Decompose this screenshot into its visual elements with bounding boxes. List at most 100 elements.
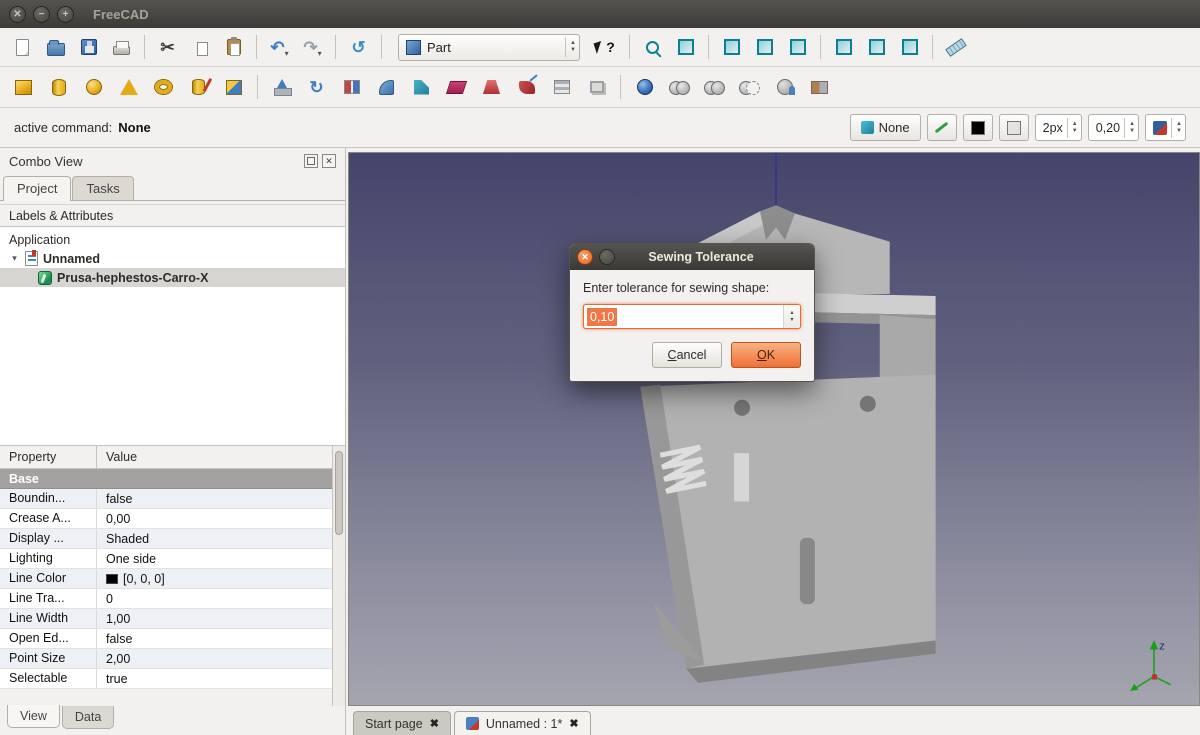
dialog-close-button[interactable]: ✕ [577,249,593,265]
property-column-header[interactable]: Property [0,446,97,468]
part-shape-builder-button[interactable] [218,72,249,102]
part-union-button[interactable] [664,72,695,102]
dropdown-arrow-icon[interactable]: ▾ [318,49,322,62]
dialog-minimize-button[interactable] [599,249,615,265]
text-size-spin[interactable]: 0,20 ▲▼ [1088,114,1139,141]
panel-close-icon[interactable]: ✕ [322,154,336,168]
ok-button[interactable]: OK [731,342,801,368]
property-row[interactable]: Open Ed...false [0,629,332,649]
part-cone-button[interactable] [113,72,144,102]
dropdown-arrow-icon[interactable]: ▾ [285,49,289,62]
axonometric-view-button[interactable] [670,32,701,62]
property-row[interactable]: Display ...Shaded [0,529,332,549]
apply-style-button[interactable]: ▲▼ [1145,114,1186,141]
window-close-button[interactable]: ✕ [9,6,26,23]
spinner-icon[interactable]: ▲▼ [1171,118,1182,138]
scrollbar-thumb[interactable] [335,451,343,535]
undo-button[interactable]: ↶▾ [264,32,295,62]
property-row[interactable]: Boundin...false [0,489,332,509]
tab-project[interactable]: Project [3,176,71,201]
tab-view[interactable]: View [7,705,60,728]
property-row[interactable]: Crease A...0,00 [0,509,332,529]
part-cut-button[interactable] [734,72,765,102]
cut-button[interactable]: ✂ [152,32,183,62]
part-fillet-button[interactable] [371,72,402,102]
workbench-spinner-icon[interactable]: ▲▼ [565,37,576,57]
close-tab-icon[interactable]: ✖ [569,717,578,730]
tree-item-part[interactable]: Prusa-hephestos-Carro-X [0,268,345,287]
property-value[interactable]: [0, 0, 0] [97,572,332,586]
property-value[interactable]: One side [97,552,332,566]
part-ruled-surface-button[interactable] [441,72,472,102]
spinner-icon[interactable]: ▲▼ [1124,118,1135,138]
property-group-base[interactable]: Base [0,469,332,489]
construction-mode-button[interactable] [927,114,957,141]
line-width-spin[interactable]: 2px ▲▼ [1035,114,1082,141]
property-value[interactable]: true [97,672,332,686]
part-cylinder-button[interactable] [43,72,74,102]
part-loft-button[interactable] [476,72,507,102]
property-value[interactable]: false [97,492,332,506]
line-color-button[interactable] [963,114,993,141]
copy-button[interactable] [185,32,216,62]
panel-float-icon[interactable] [304,154,318,168]
property-row[interactable]: Line Width1,00 [0,609,332,629]
part-sweep-button[interactable] [511,72,542,102]
tab-start-page[interactable]: Start page ✖ [353,711,451,735]
open-file-button[interactable] [40,32,71,62]
tab-tasks[interactable]: Tasks [72,176,133,200]
refresh-button[interactable]: ↺ [343,32,374,62]
expander-icon[interactable]: ▾ [9,253,20,264]
working-plane-button[interactable]: None [850,114,921,141]
part-chamfer-button[interactable] [406,72,437,102]
paste-button[interactable] [218,32,249,62]
part-check-geometry-button[interactable] [769,72,800,102]
property-value[interactable]: 0 [97,592,332,606]
tolerance-input[interactable]: 0,10 ▲▼ [583,304,801,329]
property-row[interactable]: LightingOne side [0,549,332,569]
left-view-button[interactable] [894,32,925,62]
new-file-button[interactable] [7,32,38,62]
part-cross-sections-button[interactable] [546,72,577,102]
part-box-button[interactable] [8,72,39,102]
property-value[interactable]: 0,00 [97,512,332,526]
workbench-selector[interactable]: Part ▲▼ [398,34,580,61]
part-offset-button[interactable] [581,72,612,102]
property-scrollbar[interactable] [332,446,345,706]
top-view-button[interactable] [749,32,780,62]
part-defeaturing-button[interactable] [804,72,835,102]
redo-button[interactable]: ↷▾ [297,32,328,62]
property-row[interactable]: Line Tra...0 [0,589,332,609]
measure-button[interactable] [940,32,971,62]
part-sphere-button[interactable] [78,72,109,102]
cancel-button[interactable]: Cancel [652,342,722,368]
face-color-button[interactable] [999,114,1029,141]
print-button[interactable] [106,32,137,62]
close-tab-icon[interactable]: ✖ [430,717,439,730]
property-row[interactable]: Point Size2,00 [0,649,332,669]
3d-viewport[interactable]: z ✕ Sewing Tolerance Enter tolerance for… [348,152,1200,706]
part-primitives-button[interactable] [183,72,214,102]
part-torus-button[interactable] [148,72,179,102]
property-value[interactable]: false [97,632,332,646]
spinner-icon[interactable]: ▲▼ [1067,118,1078,138]
value-column-header[interactable]: Value [97,450,137,464]
window-minimize-button[interactable]: − [33,6,50,23]
save-button[interactable] [73,32,104,62]
part-mirror-button[interactable] [336,72,367,102]
bottom-view-button[interactable] [861,32,892,62]
fit-all-button[interactable] [637,32,668,62]
whats-this-button[interactable]: ? [591,32,622,62]
property-row[interactable]: Selectabletrue [0,669,332,689]
property-value[interactable]: 1,00 [97,612,332,626]
front-view-button[interactable] [716,32,747,62]
tree-item-document[interactable]: ▾ Unnamed [0,249,345,268]
property-value[interactable]: Shaded [97,532,332,546]
part-revolve-button[interactable]: ↻ [301,72,332,102]
tolerance-spinner-icon[interactable]: ▲▼ [783,305,800,328]
part-extrude-button[interactable] [266,72,297,102]
dialog-titlebar[interactable]: ✕ Sewing Tolerance [570,244,814,270]
3d-model[interactable] [349,153,1199,705]
window-maximize-button[interactable]: + [57,6,74,23]
property-value[interactable]: 2,00 [97,652,332,666]
